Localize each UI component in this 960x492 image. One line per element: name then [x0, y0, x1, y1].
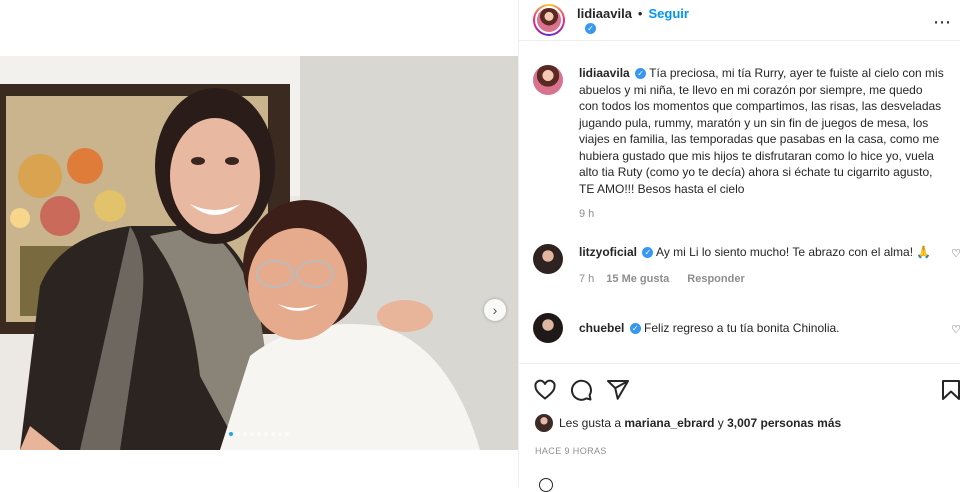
comment-like-heart-icon[interactable]: ♡	[951, 323, 960, 336]
caption-text-block: lidiaavila ✓ Tía preciosa, mi tía Rurry,…	[579, 65, 945, 197]
commenter-avatar[interactable]	[533, 312, 563, 343]
caption-time[interactable]: 9 h	[579, 208, 594, 220]
photo-image	[0, 56, 518, 450]
verified-badge-icon: ✓	[635, 68, 647, 80]
liker-username[interactable]: mariana_ebrard	[624, 416, 714, 430]
post-header: lidiaavila • Seguir ✓ ⋯	[519, 0, 960, 41]
caption-avatar[interactable]	[533, 65, 563, 95]
carousel-dot	[285, 432, 289, 436]
caption-meta: 9 h	[579, 208, 945, 220]
carousel-next-button[interactable]: ›	[484, 299, 506, 321]
carousel-dot	[271, 432, 275, 436]
post-time-ago[interactable]: HACE 9 HORAS	[535, 446, 607, 456]
heart-icon[interactable]	[533, 378, 557, 402]
comments-section: lidiaavila ✓ Tía preciosa, mi tía Rurry,…	[519, 56, 960, 362]
comment-text: Ay mi Li lo siento mucho! Te abrazo con …	[656, 245, 932, 259]
author-info: lidiaavila • Seguir ✓	[577, 6, 689, 34]
caption-text: Tía preciosa, mi tía Rurry, ayer te fuis…	[579, 66, 944, 196]
likes-summary: Les gusta a mariana_ebrard y 3,007 perso…	[535, 414, 841, 432]
commenter-avatar[interactable]	[533, 244, 563, 274]
carousel-dot	[250, 432, 254, 436]
follow-button[interactable]: Seguir	[648, 6, 688, 21]
carousel-dots	[0, 432, 518, 436]
carousel-dot	[243, 432, 247, 436]
comment-like-heart-icon[interactable]: ♡	[951, 247, 960, 260]
author-avatar[interactable]	[533, 4, 565, 36]
commenter-username[interactable]: chuebel	[579, 321, 624, 335]
comment-likes-count[interactable]: 15 Me gusta	[606, 273, 669, 285]
caption-username[interactable]: lidiaavila	[579, 66, 630, 80]
likes-prefix: Les gusta a	[559, 416, 622, 430]
post-photo[interactable]: ›	[0, 56, 518, 450]
post-actions-bar	[519, 363, 960, 415]
comment-text-block: litzyoficial ✓ Ay mi Li lo siento mucho!…	[579, 244, 945, 261]
comment-item: chuebel ✓ Feliz regreso a tu tía bonita …	[519, 312, 960, 343]
comment-meta: 7 h 15 Me gusta Responder	[579, 273, 945, 285]
carousel-dot	[278, 432, 282, 436]
carousel-dot	[257, 432, 261, 436]
comment-text-block: chuebel ✓ Feliz regreso a tu tía bonita …	[579, 313, 945, 337]
chevron-right-icon: ›	[492, 302, 498, 318]
separator-dot: •	[637, 6, 643, 21]
comment-item: litzyoficial ✓ Ay mi Li lo siento mucho!…	[519, 244, 960, 285]
send-icon[interactable]	[606, 378, 630, 402]
bookmark-icon[interactable]	[939, 378, 960, 402]
reply-button[interactable]: Responder	[687, 273, 744, 285]
carousel-dot	[229, 432, 233, 436]
carousel-dot	[236, 432, 240, 436]
caption: lidiaavila ✓ Tía preciosa, mi tía Rurry,…	[519, 65, 960, 220]
commenter-username[interactable]: litzyoficial	[579, 245, 637, 259]
verified-badge-icon: ✓	[585, 23, 596, 34]
verified-badge-icon: ✓	[642, 247, 654, 259]
post-media-panel: ›	[0, 0, 518, 487]
carousel-dot	[264, 432, 268, 436]
liker-avatar[interactable]	[535, 414, 553, 432]
comment-icon[interactable]	[569, 378, 593, 402]
likes-connector: y	[717, 416, 724, 430]
emoji-icon[interactable]	[539, 478, 553, 492]
verified-badge-icon: ✓	[629, 322, 641, 334]
post-details-panel: lidiaavila • Seguir ✓ ⋯ lidiaavila ✓ Tía…	[518, 0, 960, 492]
more-horizontal-icon[interactable]: ⋯	[933, 12, 952, 33]
comment-text: Feliz regreso a tu tía bonita Chinolia.	[644, 320, 840, 335]
comment-time[interactable]: 7 h	[579, 273, 594, 285]
author-username[interactable]: lidiaavila	[577, 6, 632, 21]
likes-others[interactable]: 3,007 personas más	[727, 416, 841, 430]
